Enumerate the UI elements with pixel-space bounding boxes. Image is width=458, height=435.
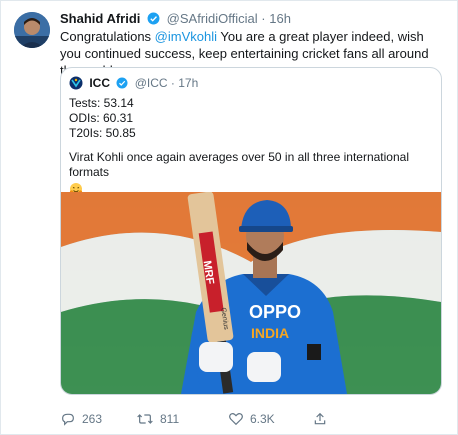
- quoted-separator: ·: [170, 76, 175, 90]
- share-icon: [314, 412, 326, 425]
- helmet-peak: [239, 226, 293, 232]
- action-bar: 263 811 6.3K: [60, 410, 440, 428]
- tweet-header: Shahid Afridi @SAfridiOfficial · 16h: [60, 11, 448, 29]
- tweet-text-prefix: Congratulations: [60, 29, 155, 44]
- avatar[interactable]: [14, 12, 50, 48]
- stats-list: Tests: 53.14 ODIs: 60.31 T20Is: 50.85: [69, 96, 136, 141]
- share-button[interactable]: [312, 410, 334, 428]
- shirt-brand-text: OPPO: [249, 302, 301, 322]
- like-button[interactable]: 6.3K: [228, 410, 275, 428]
- quoted-tweet[interactable]: ICC @ICC · 17h Tests: 53.14 ODIs: 60.31 …: [60, 67, 442, 395]
- quoted-body-text: Virat Kohli once again averages over 50 …: [69, 150, 409, 179]
- retweet-count: 811: [160, 412, 180, 426]
- stat-odis: ODIs: 60.31: [69, 111, 134, 125]
- quoted-tweet-header: ICC @ICC · 17h: [69, 76, 198, 92]
- reply-button[interactable]: 263: [60, 410, 102, 428]
- reply-icon: [62, 413, 74, 426]
- player-glove-right: [247, 352, 281, 382]
- mention-link[interactable]: @imVkohli: [155, 29, 217, 44]
- author-handle[interactable]: @SAfridiOfficial: [167, 11, 258, 26]
- player-glove-left: [199, 342, 233, 372]
- shirt-country-text: INDIA: [251, 325, 289, 341]
- retweet-button[interactable]: 811: [136, 410, 179, 428]
- author-name[interactable]: Shahid Afridi: [60, 11, 140, 26]
- quoted-time[interactable]: 17h: [178, 76, 198, 90]
- stat-tests: Tests: 53.14: [69, 96, 134, 110]
- cricketer-photo[interactable]: OPPO INDIA MRF Genius: [61, 192, 441, 394]
- retweet-icon: [137, 414, 153, 424]
- heart-icon: [229, 412, 243, 426]
- player-wristband: [307, 344, 321, 360]
- verified-badge-icon: [116, 77, 128, 92]
- avatar-image: [14, 12, 50, 48]
- tweet-time[interactable]: 16h: [269, 11, 291, 26]
- quoted-author-name[interactable]: ICC: [89, 76, 110, 90]
- header-separator: ·: [261, 11, 266, 26]
- verified-badge-icon: [147, 12, 160, 28]
- like-count: 6.3K: [250, 412, 275, 426]
- reply-count: 263: [82, 412, 103, 426]
- quoted-author-handle[interactable]: @ICC: [135, 76, 168, 90]
- icc-logo-icon: [69, 76, 83, 90]
- stat-t20is: T20Is: 50.85: [69, 126, 136, 140]
